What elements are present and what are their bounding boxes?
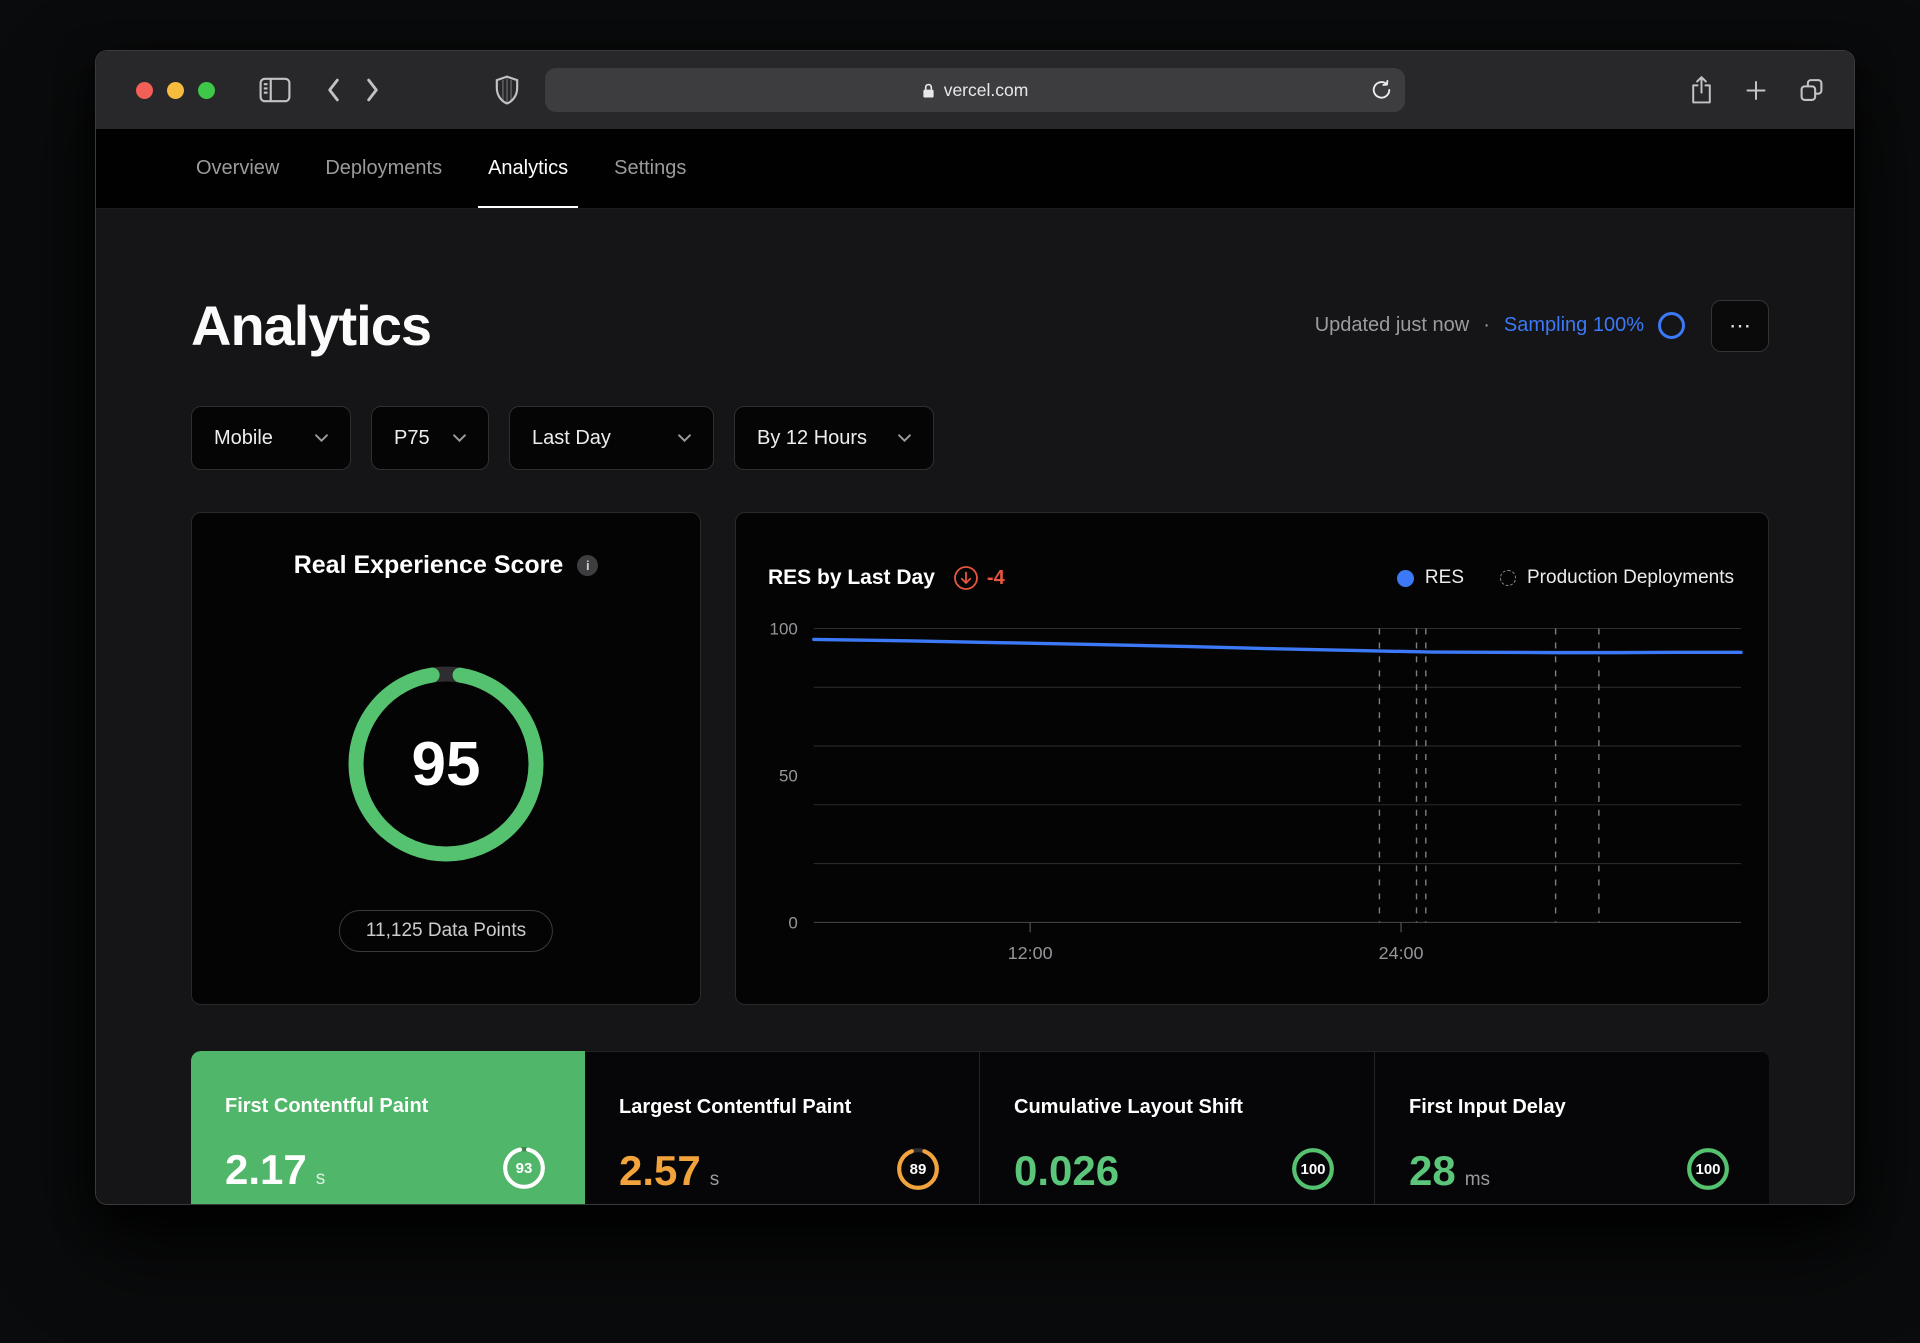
back-icon[interactable] xyxy=(327,78,340,102)
metric-value-row: 0.026 xyxy=(1014,1147,1128,1195)
tab-analytics[interactable]: Analytics xyxy=(478,129,579,208)
info-icon[interactable]: i xyxy=(577,555,599,576)
sampling-link[interactable]: Sampling 100% xyxy=(1504,314,1644,337)
metric-score: 93 xyxy=(515,1159,533,1177)
sidebar-toggle-icon[interactable] xyxy=(259,77,291,103)
metric-card-first-input-delay[interactable]: First Input Delay 28 ms 100 xyxy=(1375,1051,1769,1204)
metric-card-largest-contentful-paint[interactable]: Largest Contentful Paint 2.57 s 89 xyxy=(585,1051,980,1204)
metric-unit: s xyxy=(709,1169,720,1190)
timerange-dropdown[interactable]: Last Day xyxy=(509,406,714,470)
sampling-ring-icon xyxy=(1658,312,1685,339)
tab-overview[interactable]: Overview xyxy=(196,129,279,208)
url-text: vercel.com xyxy=(943,79,1029,100)
analytics-cards: Real Experience Score i 95 11,125 Data P… xyxy=(191,512,1769,1005)
score-value: 95 xyxy=(411,729,481,799)
tab-deployments[interactable]: Deployments xyxy=(325,129,442,208)
web-vitals-row: First Contentful Paint 2.17 s 93 Largest… xyxy=(191,1051,1769,1204)
privacy-shield-icon[interactable] xyxy=(494,75,520,105)
metric-value: 2.17 xyxy=(225,1146,307,1193)
address-bar[interactable]: vercel.com xyxy=(545,68,1405,112)
svg-text:24:00: 24:00 xyxy=(1379,943,1424,963)
score-card-header: Real Experience Score i xyxy=(192,551,700,580)
svg-text:12:00: 12:00 xyxy=(1008,943,1053,963)
analytics-page: Analytics Updated just now · Sampling 10… xyxy=(96,209,1854,1204)
metric-title: Largest Contentful Paint xyxy=(619,1096,852,1118)
metric-value-row: 2.17 s xyxy=(225,1146,325,1194)
chevron-down-icon xyxy=(898,434,911,442)
metric-card-first-contentful-paint[interactable]: First Contentful Paint 2.17 s 93 xyxy=(191,1051,585,1204)
new-tab-icon[interactable] xyxy=(1745,79,1767,101)
svg-text:100: 100 xyxy=(770,620,798,639)
score-gauge: 95 xyxy=(341,659,551,869)
lock-icon xyxy=(922,82,935,99)
page-header: Analytics Updated just now · Sampling 10… xyxy=(191,293,1769,358)
metric-score-ring: 93 xyxy=(501,1145,547,1191)
traffic-lights xyxy=(136,81,215,99)
close-window-button[interactable] xyxy=(136,81,153,99)
header-meta: Updated just now · Sampling 100% ⋯ xyxy=(1314,299,1769,352)
chevron-down-icon xyxy=(678,434,691,442)
metric-value: 28 xyxy=(1409,1147,1456,1194)
forward-icon[interactable] xyxy=(366,78,379,102)
metric-unit: s xyxy=(315,1168,326,1189)
metric-unit: ms xyxy=(1464,1169,1491,1190)
metric-value-row: 2.57 s xyxy=(619,1147,719,1195)
metric-title: First Contentful Paint xyxy=(225,1095,429,1117)
metric-card-cumulative-layout-shift[interactable]: Cumulative Layout Shift 0.026 100 xyxy=(980,1051,1375,1204)
share-icon[interactable] xyxy=(1690,76,1713,105)
real-experience-score-card: Real Experience Score i 95 11,125 Data P… xyxy=(191,512,701,1005)
timerange-dropdown-label: Last Day xyxy=(532,426,611,449)
metric-value: 2.57 xyxy=(619,1147,701,1194)
browser-window: vercel.com Overview Deployments Analytic… xyxy=(95,50,1855,1205)
filter-bar: Mobile P75 Last Day By 12 Hours xyxy=(191,406,1769,470)
data-points-badge: 11,125 Data Points xyxy=(338,910,554,952)
metric-score-ring: 100 xyxy=(1685,1146,1731,1192)
interval-dropdown-label: By 12 Hours xyxy=(757,426,868,449)
updated-status: Updated just now xyxy=(1314,314,1470,336)
device-dropdown-label: Mobile xyxy=(214,426,273,449)
percentile-dropdown-label: P75 xyxy=(394,426,430,449)
res-chart-card: RES by Last Day -4 RES Production Deploy… xyxy=(735,512,1769,1005)
interval-dropdown[interactable]: By 12 Hours xyxy=(734,406,934,470)
metric-score: 100 xyxy=(1695,1160,1721,1178)
percentile-dropdown[interactable]: P75 xyxy=(371,406,489,470)
metric-value-row: 28 ms xyxy=(1409,1147,1490,1195)
metric-title: First Input Delay xyxy=(1409,1096,1566,1118)
svg-text:0: 0 xyxy=(788,913,797,932)
metric-score: 100 xyxy=(1300,1160,1326,1178)
meta-separator: · xyxy=(1483,314,1490,336)
minimize-window-button[interactable] xyxy=(167,81,184,99)
metric-score-ring: 100 xyxy=(1290,1146,1336,1192)
score-card-title: Real Experience Score xyxy=(293,551,564,579)
project-nav: Overview Deployments Analytics Settings xyxy=(96,129,1854,209)
tab-settings[interactable]: Settings xyxy=(614,129,686,208)
device-dropdown[interactable]: Mobile xyxy=(191,406,351,470)
chevron-down-icon xyxy=(315,434,328,442)
metric-score: 89 xyxy=(909,1160,927,1178)
page-title: Analytics xyxy=(191,294,432,357)
overflow-menu-button[interactable]: ⋯ xyxy=(1711,299,1769,352)
metric-value: 0.026 xyxy=(1014,1147,1120,1194)
svg-text:50: 50 xyxy=(779,766,798,785)
tab-overview-icon[interactable] xyxy=(1799,78,1824,103)
chevron-down-icon xyxy=(453,434,466,442)
toolbar-right-icons xyxy=(1690,76,1824,105)
zoom-window-button[interactable] xyxy=(198,81,215,99)
res-chart: 100 50 0 12:00 24:00 xyxy=(770,620,1743,963)
metric-title: Cumulative Layout Shift xyxy=(1014,1096,1243,1118)
reload-icon[interactable] xyxy=(1371,80,1392,101)
ellipsis-icon: ⋯ xyxy=(1729,312,1751,338)
browser-toolbar: vercel.com xyxy=(96,51,1854,129)
metric-score-ring: 89 xyxy=(895,1146,941,1192)
